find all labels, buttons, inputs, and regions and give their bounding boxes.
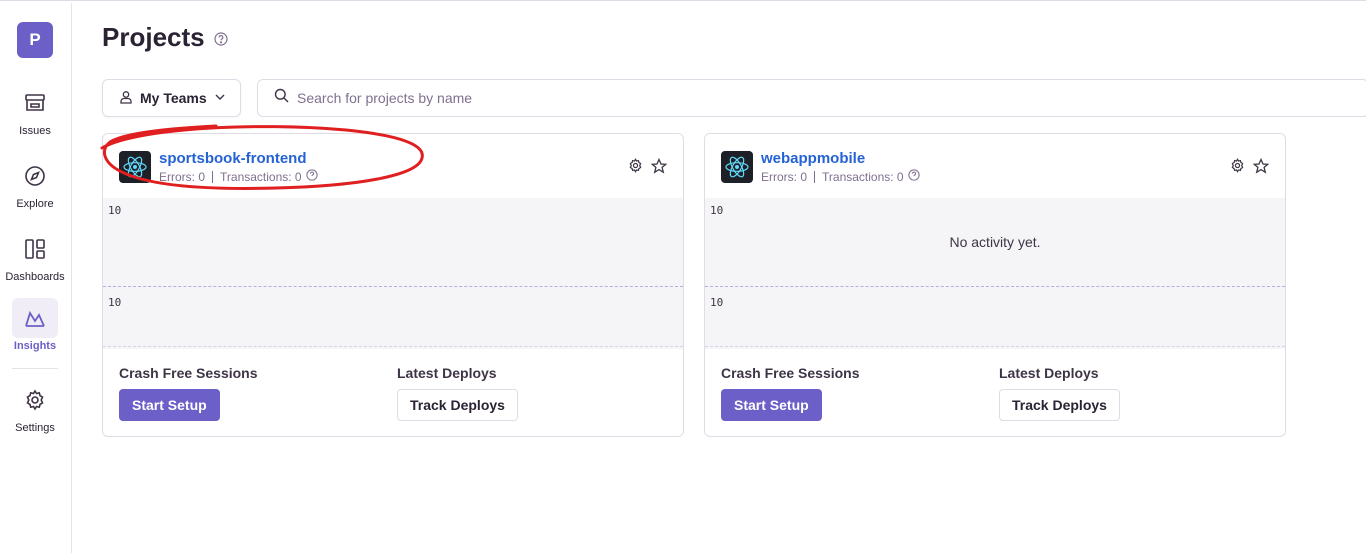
crash-free-title: Crash Free Sessions bbox=[119, 365, 258, 381]
dashboards-icon bbox=[12, 229, 58, 269]
nav-settings-label: Settings bbox=[15, 422, 55, 434]
gear-icon[interactable] bbox=[1230, 158, 1245, 179]
latest-deploys-title: Latest Deploys bbox=[397, 365, 497, 381]
crash-free-title: Crash Free Sessions bbox=[721, 365, 860, 381]
nav-insights-label: Insights bbox=[13, 340, 57, 352]
chart-baseline bbox=[103, 346, 683, 347]
nav-divider bbox=[12, 368, 58, 369]
nav-dashboards[interactable]: Dashboards bbox=[0, 229, 70, 283]
user-icon bbox=[119, 90, 133, 107]
explore-icon bbox=[12, 156, 58, 196]
chart-axis-label-bottom: 10 bbox=[108, 296, 122, 309]
gear-icon[interactable] bbox=[628, 158, 643, 179]
nav-explore-label: Explore bbox=[16, 198, 54, 210]
search-icon bbox=[274, 88, 289, 108]
chart-divider bbox=[103, 286, 683, 287]
transactions-count: Transactions: 0 bbox=[822, 169, 904, 184]
nav-issues[interactable]: Issues bbox=[0, 83, 70, 137]
errors-count: Errors: 0 bbox=[761, 169, 808, 184]
chart-axis-label-top: 10 bbox=[710, 204, 724, 217]
star-icon[interactable] bbox=[650, 157, 668, 179]
chevron-down-icon bbox=[214, 90, 226, 106]
star-icon[interactable] bbox=[1252, 157, 1270, 179]
search-input[interactable] bbox=[297, 90, 1197, 106]
nav-dashboards-label: Dashboards bbox=[5, 271, 65, 283]
card-actions bbox=[1230, 157, 1270, 179]
chart-axis-label-bottom: 10 bbox=[710, 296, 724, 309]
project-card: webappmobile Errors: 0 Transactions: 0 1… bbox=[704, 133, 1286, 437]
activity-chart: 10 10 bbox=[103, 198, 683, 349]
issues-icon bbox=[12, 83, 58, 123]
settings-icon bbox=[12, 380, 58, 420]
card-actions bbox=[628, 157, 668, 179]
activity-chart: 10 No activity yet. 10 bbox=[705, 198, 1285, 349]
react-icon bbox=[721, 151, 753, 183]
nav-insights[interactable]: Insights bbox=[0, 298, 70, 352]
chart-divider bbox=[705, 286, 1285, 287]
track-deploys-button[interactable]: Track Deploys bbox=[999, 389, 1120, 421]
nav-settings[interactable]: Settings bbox=[0, 380, 70, 434]
insights-icon bbox=[12, 298, 58, 338]
chart-axis-label-top: 10 bbox=[108, 204, 122, 217]
project-name-link[interactable]: webappmobile bbox=[761, 150, 920, 168]
latest-deploys-title: Latest Deploys bbox=[999, 365, 1099, 381]
main-content: Projects My Teams Search for projects by… bbox=[72, 3, 1366, 553]
org-avatar[interactable]: P bbox=[17, 22, 53, 58]
track-deploys-button[interactable]: Track Deploys bbox=[397, 389, 518, 421]
project-card-header: webappmobile Errors: 0 Transactions: 0 bbox=[721, 150, 920, 184]
nav-issues-label: Issues bbox=[19, 125, 51, 137]
project-stats: Errors: 0 Transactions: 0 bbox=[761, 169, 920, 184]
chart-baseline bbox=[705, 346, 1285, 347]
sidebar: P Issues Explore Dashboards Insights Set… bbox=[0, 3, 72, 553]
help-icon[interactable] bbox=[907, 169, 920, 184]
teams-filter-label: My Teams bbox=[140, 90, 207, 106]
page-title: Projects bbox=[102, 22, 205, 52]
red-circle-annotation bbox=[100, 124, 424, 190]
teams-filter-button[interactable]: My Teams bbox=[102, 79, 241, 117]
help-icon[interactable] bbox=[214, 32, 228, 51]
stats-divider bbox=[814, 170, 816, 183]
no-activity-message: No activity yet. bbox=[949, 234, 1041, 250]
project-search bbox=[257, 79, 1366, 117]
start-setup-button[interactable]: Start Setup bbox=[721, 389, 822, 421]
start-setup-button[interactable]: Start Setup bbox=[119, 389, 220, 421]
nav-explore[interactable]: Explore bbox=[0, 156, 70, 210]
